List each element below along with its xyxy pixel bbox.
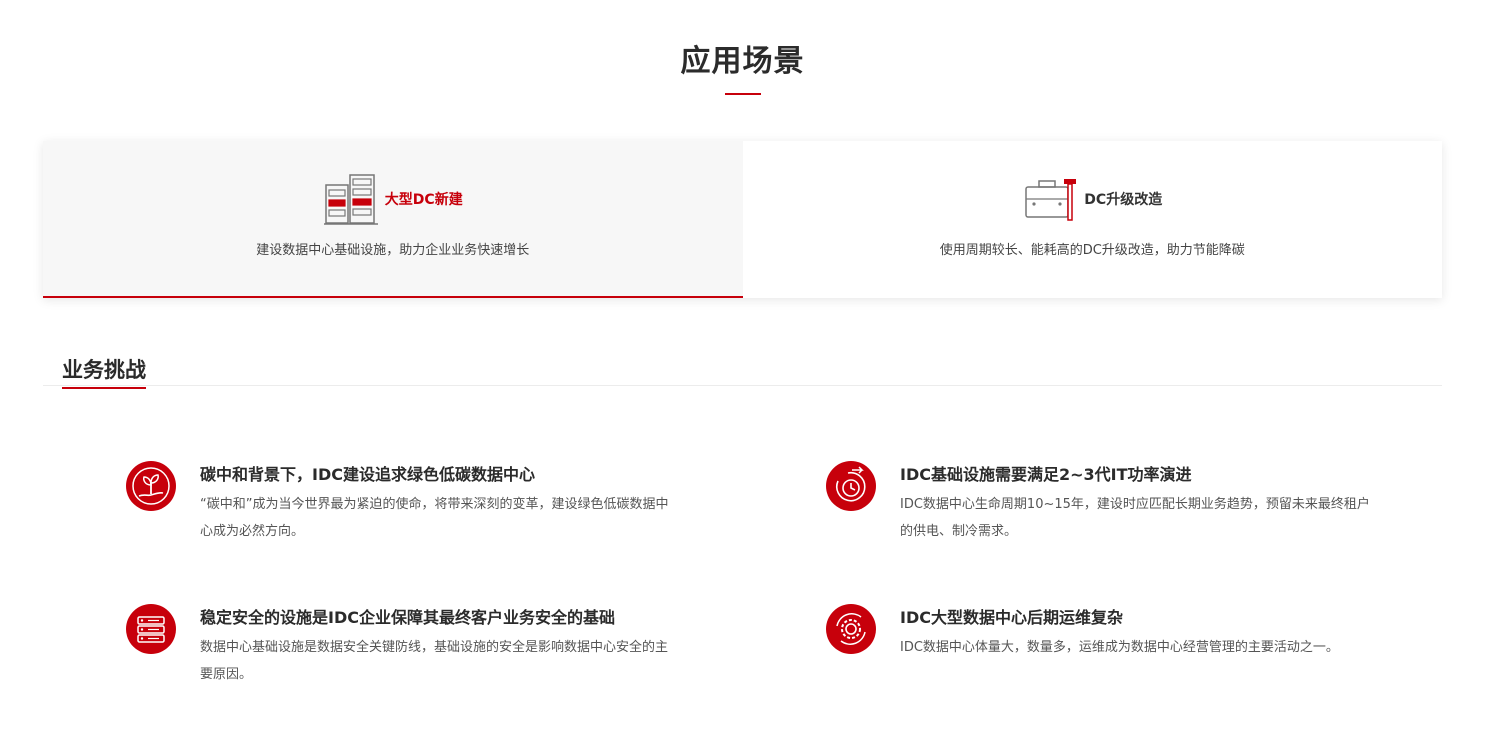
challenge-title: 稳定安全的设施是IDC企业保障其最终客户业务安全的基础 bbox=[200, 608, 615, 627]
challenge-description: “碳中和”成为当今世界最为紧迫的使命，将带来深刻的变革，建设绿色低碳数据中心成为… bbox=[200, 497, 669, 539]
tab-dc-upgrade[interactable]: DC升级改造 使用周期较长、能耗高的DC升级改造，助力节能降碳 bbox=[743, 141, 1443, 298]
gear-cycle-icon bbox=[826, 604, 876, 654]
challenge-item: IDC基础设施需要满足2~3代IT功率演进 IDC数据中心生命周期10~15年，… bbox=[826, 461, 1386, 551]
challenge-title: IDC大型数据中心后期运维复杂 bbox=[900, 608, 1123, 627]
tab-description: 建设数据中心基础设施，助力企业业务快速增长 bbox=[256, 243, 530, 258]
challenge-item: 稳定安全的设施是IDC企业保障其最终客户业务安全的基础 数据中心基础设施是数据安… bbox=[126, 604, 686, 694]
clock-cycle-icon bbox=[826, 461, 876, 511]
section-title: 应用场景 bbox=[680, 44, 805, 79]
challenge-title: IDC基础设施需要满足2~3代IT功率演进 bbox=[900, 465, 1192, 484]
challenge-title: 碳中和背景下，IDC建设追求绿色低碳数据中心 bbox=[200, 465, 535, 484]
plant-hand-icon bbox=[126, 461, 176, 511]
server-stack-icon bbox=[126, 604, 176, 654]
tab-label: DC升级改造 bbox=[1084, 192, 1163, 208]
divider bbox=[43, 385, 1442, 386]
challenges-heading: 业务挑战 bbox=[62, 354, 146, 389]
challenge-item: IDC大型数据中心后期运维复杂 IDC数据中心体量大，数量多，运维成为数据中心经… bbox=[826, 604, 1386, 694]
challenge-description: IDC数据中心体量大，数量多，运维成为数据中心经营管理的主要活动之一。 bbox=[900, 640, 1339, 655]
tab-label: 大型DC新建 bbox=[384, 192, 463, 208]
challenge-item: 碳中和背景下，IDC建设追求绿色低碳数据中心 “碳中和”成为当今世界最为紧迫的使… bbox=[126, 461, 686, 551]
tab-large-dc-new[interactable]: 大型DC新建 建设数据中心基础设施，助力企业业务快速增长 bbox=[43, 141, 743, 298]
challenge-description: 数据中心基础设施是数据安全关键防线，基础设施的安全是影响数据中心安全的主要原因。 bbox=[200, 640, 669, 682]
title-underline bbox=[725, 93, 761, 95]
scenario-tabs: 大型DC新建 建设数据中心基础设施，助力企业业务快速增长 DC升级改造 使用周期… bbox=[43, 141, 1442, 298]
challenge-description: IDC数据中心生命周期10~15年，建设时应匹配长期业务趋势，预留未来最终租户的… bbox=[900, 497, 1370, 539]
server-rack-icon bbox=[323, 171, 379, 227]
toolbox-hammer-icon bbox=[1022, 171, 1078, 227]
tab-description: 使用周期较长、能耗高的DC升级改造，助力节能降碳 bbox=[939, 243, 1245, 258]
